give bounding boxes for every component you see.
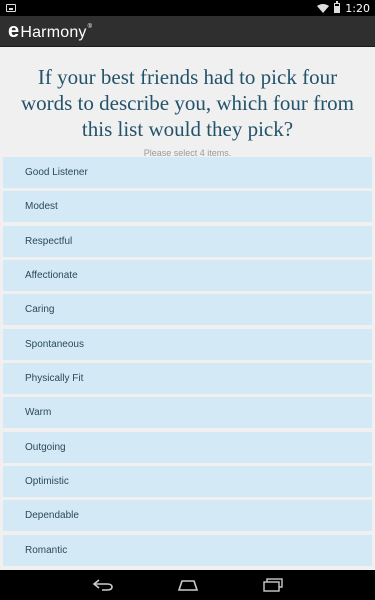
option-label: Modest — [25, 201, 58, 213]
option-label: Outgoing — [25, 441, 66, 453]
option-item[interactable]: Affectionate — [3, 260, 372, 292]
recents-button[interactable] — [258, 574, 288, 596]
status-left — [6, 4, 16, 12]
option-label: Affectionate — [25, 270, 78, 282]
back-button[interactable] — [88, 574, 118, 596]
home-button[interactable] — [173, 574, 203, 596]
option-label: Optimistic — [25, 476, 69, 488]
option-label: Warm — [25, 407, 52, 419]
option-item[interactable]: Romantic — [3, 534, 372, 566]
logo-text: Harmony — [20, 23, 87, 41]
option-list: Good Listener Modest Respectful Affectio… — [0, 157, 375, 566]
option-label: Physically Fit — [25, 373, 84, 385]
questionnaire-content[interactable]: If your best friends had to pick four wo… — [0, 47, 375, 570]
app-logo[interactable]: e Harmony ® — [8, 20, 92, 43]
navigation-bar — [0, 570, 375, 600]
option-item[interactable]: Modest — [3, 191, 372, 223]
back-icon — [92, 579, 113, 591]
app-bar: e Harmony ® — [0, 16, 375, 47]
notification-icon — [6, 4, 16, 12]
logo-e: e — [8, 19, 20, 42]
status-bar: 1:20 — [0, 0, 375, 16]
status-right: 1:20 — [317, 1, 370, 15]
home-icon — [177, 580, 198, 591]
option-item[interactable]: Dependable — [3, 500, 372, 532]
option-item[interactable]: Spontaneous — [3, 328, 372, 360]
logo-registered-mark: ® — [87, 23, 93, 30]
question-text: If your best friends had to pick four wo… — [20, 65, 354, 141]
option-label: Romantic — [25, 544, 68, 556]
option-label: Spontaneous — [25, 338, 84, 350]
option-item[interactable]: Respectful — [3, 225, 372, 257]
recents-icon — [262, 578, 283, 592]
option-item[interactable]: Good Listener — [3, 157, 372, 188]
wifi-icon — [317, 3, 330, 13]
option-label: Caring — [25, 304, 55, 316]
option-item[interactable]: Optimistic — [3, 466, 372, 498]
status-time: 1:20 — [345, 1, 370, 15]
option-item[interactable]: Caring — [3, 294, 372, 326]
option-item[interactable]: Warm — [3, 397, 372, 429]
battery-icon — [334, 1, 341, 13]
option-item[interactable]: Physically Fit — [3, 363, 372, 395]
option-label: Dependable — [25, 510, 79, 522]
option-label: Good Listener — [25, 167, 88, 178]
option-label: Respectful — [25, 235, 73, 247]
option-item[interactable]: Outgoing — [3, 431, 372, 463]
